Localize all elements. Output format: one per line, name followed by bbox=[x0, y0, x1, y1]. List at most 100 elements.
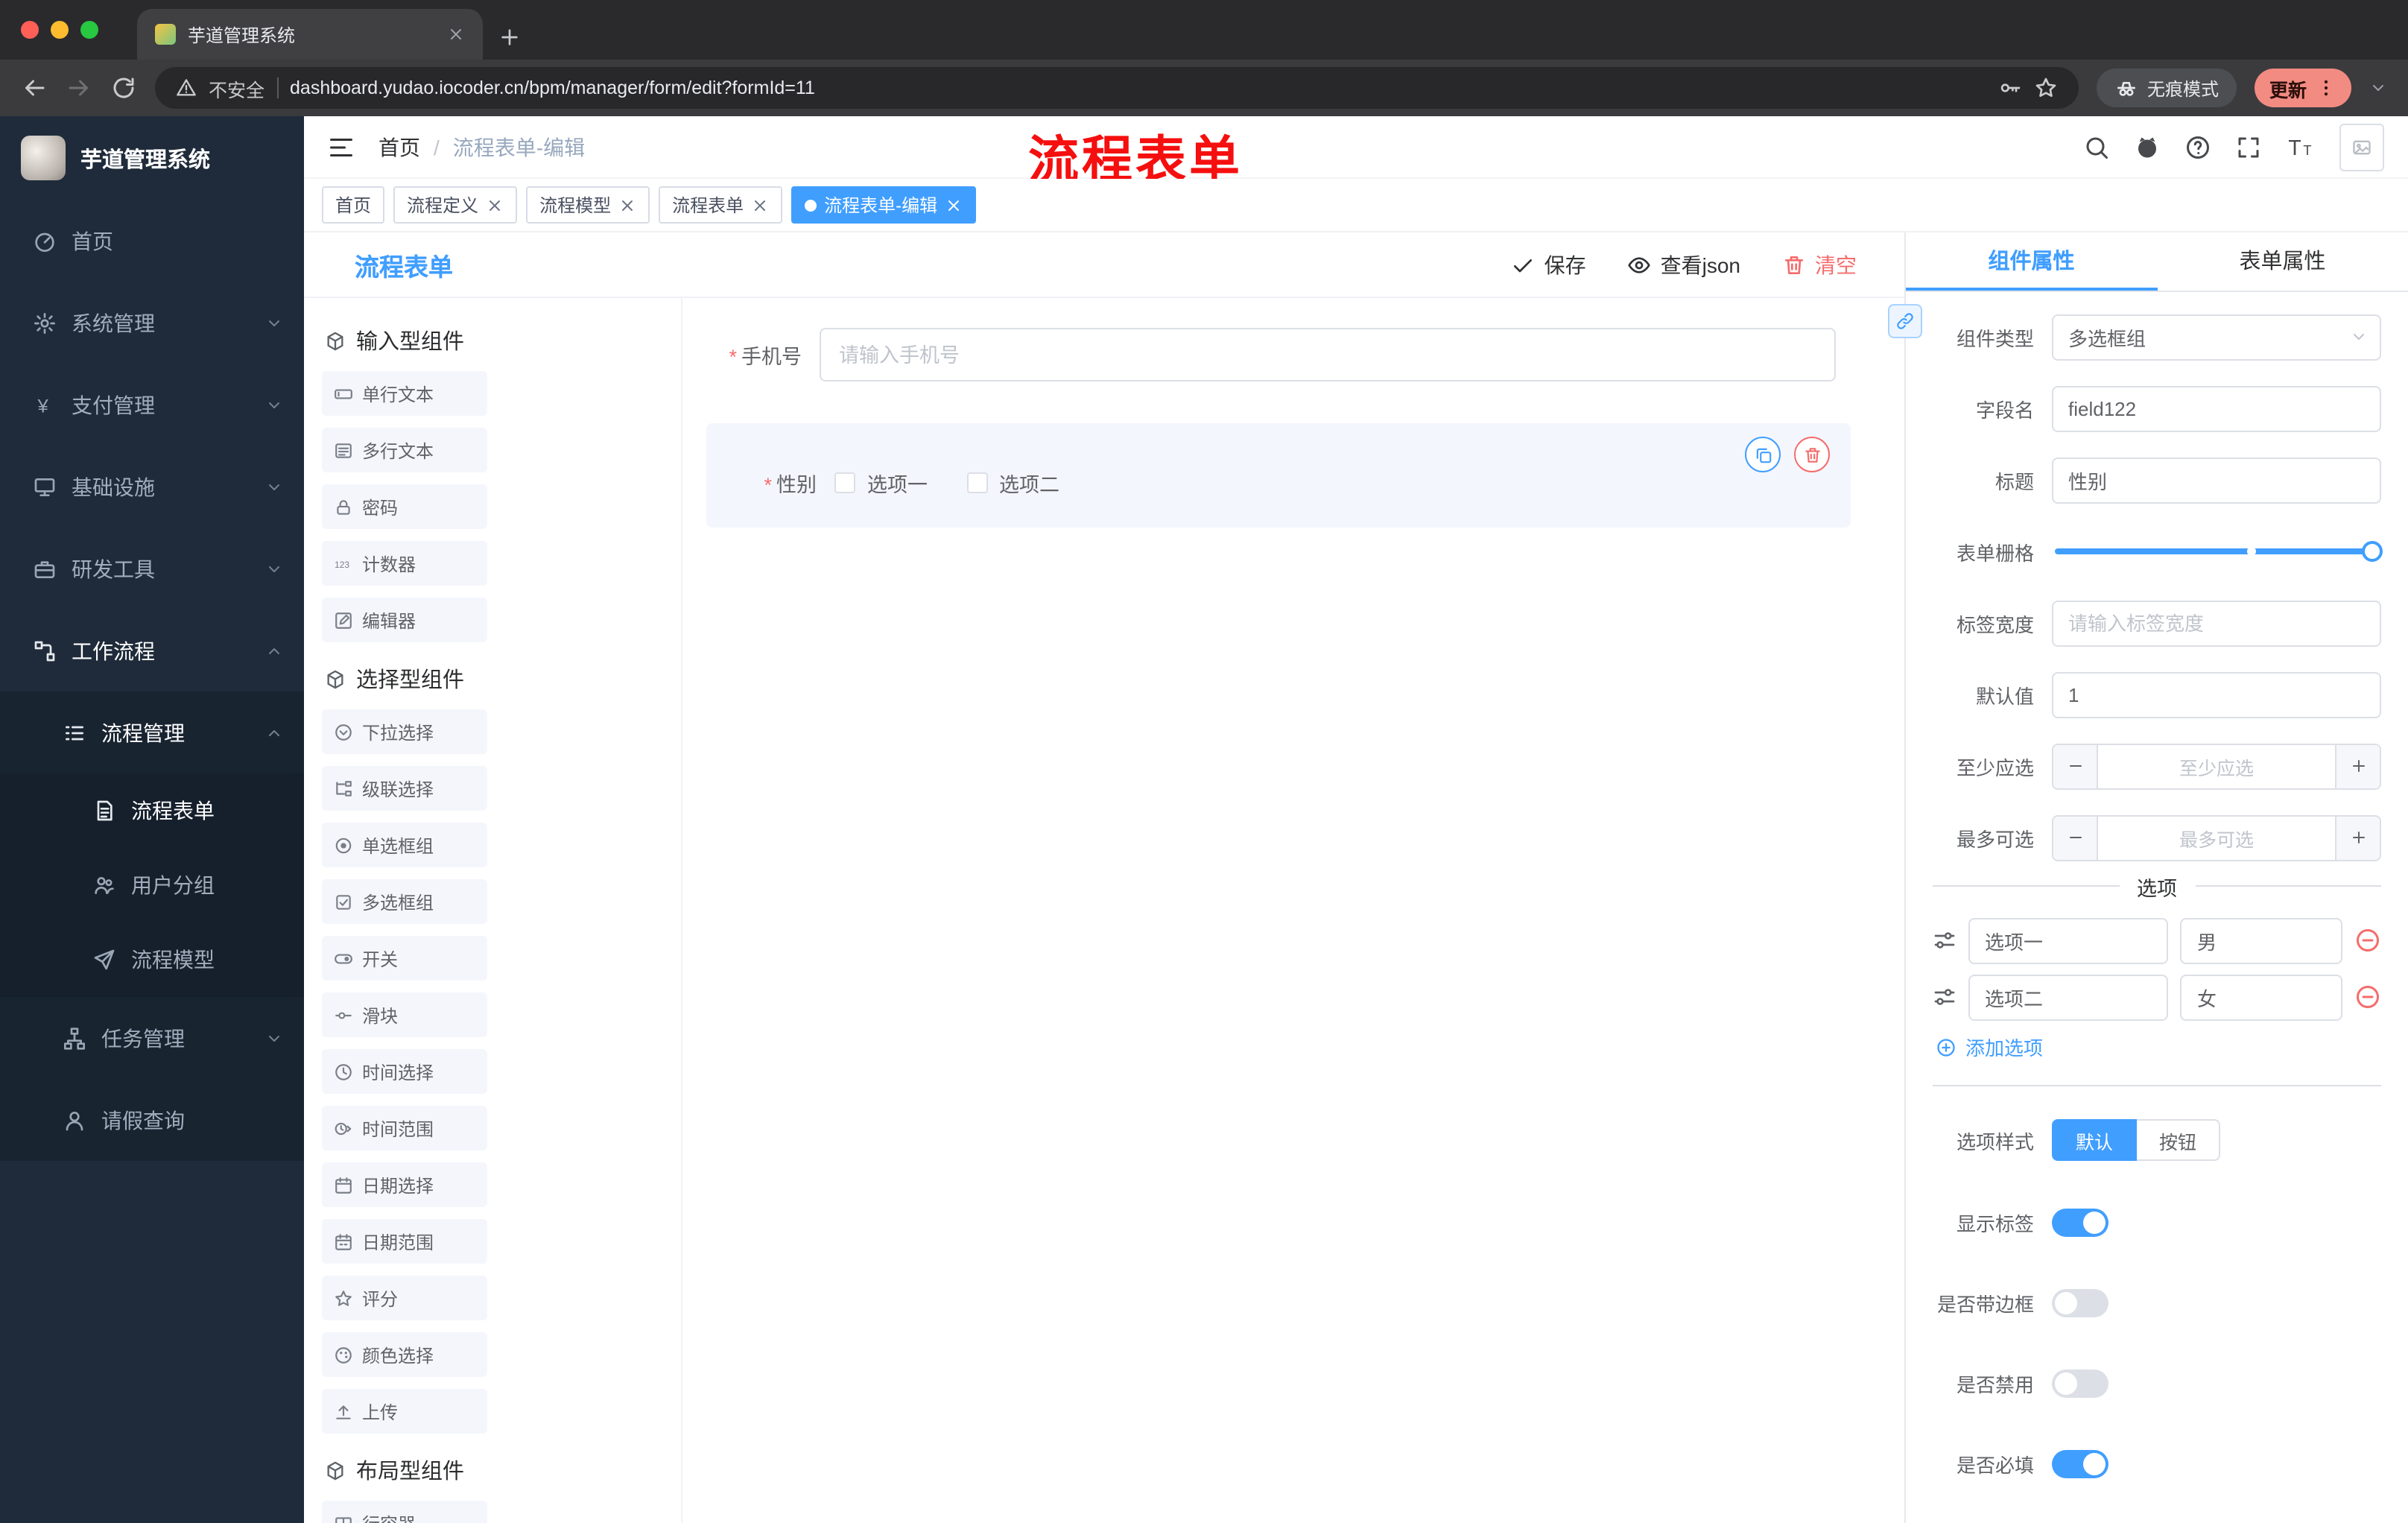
canvas-field-phone[interactable]: 手机号 bbox=[706, 325, 1851, 384]
browser-tab[interactable]: 芋道管理系统 bbox=[137, 9, 483, 60]
palette-item-password[interactable]: 密码 bbox=[322, 484, 487, 529]
palette-item-row-container[interactable]: 行容器 bbox=[322, 1501, 487, 1523]
reload-icon[interactable] bbox=[110, 75, 137, 101]
font-size-icon[interactable] bbox=[2286, 132, 2316, 162]
drag-handle-icon[interactable] bbox=[1933, 985, 1956, 1009]
min-select-stepper[interactable]: 至少应选 bbox=[2052, 743, 2381, 789]
slider-handle[interactable] bbox=[2362, 541, 2383, 562]
increase-button[interactable] bbox=[2335, 816, 2380, 859]
label-width-input[interactable] bbox=[2052, 600, 2381, 646]
tab-close-icon[interactable] bbox=[447, 25, 465, 43]
add-option-button[interactable]: 添加选项 bbox=[1936, 1033, 2381, 1061]
sidebar-toggle-icon[interactable] bbox=[328, 133, 355, 160]
remove-option-icon[interactable] bbox=[2354, 927, 2381, 954]
tag-process-model[interactable]: 流程模型 bbox=[526, 186, 650, 224]
disabled-switch[interactable] bbox=[2052, 1369, 2108, 1397]
breadcrumb-home[interactable]: 首页 bbox=[378, 132, 420, 162]
tag-process-form-edit[interactable]: 流程表单-编辑 bbox=[791, 186, 977, 224]
save-button[interactable]: 保存 bbox=[1512, 250, 1586, 279]
min-select-value[interactable]: 至少应选 bbox=[2098, 744, 2335, 788]
palette-item-multi-line-text[interactable]: 多行文本 bbox=[322, 428, 487, 472]
chevron-down-icon[interactable] bbox=[2369, 79, 2387, 97]
option-label-input[interactable] bbox=[1968, 974, 2169, 1020]
decrease-button[interactable] bbox=[2053, 744, 2098, 788]
drag-handle-icon[interactable] bbox=[1933, 928, 1956, 952]
palette-item-single-line-text[interactable]: 单行文本 bbox=[322, 371, 487, 416]
copy-field-button[interactable] bbox=[1745, 437, 1781, 472]
option-label-input[interactable] bbox=[1968, 917, 2169, 963]
view-json-button[interactable]: 查看json bbox=[1628, 250, 1740, 279]
component-type-select[interactable]: 多选框组 bbox=[2052, 314, 2381, 360]
minimize-window-button[interactable] bbox=[51, 21, 69, 39]
sidebar-item-process-management[interactable]: 流程管理 bbox=[0, 691, 304, 773]
required-switch[interactable] bbox=[2052, 1449, 2108, 1478]
palette-item-counter[interactable]: 计数器 bbox=[322, 541, 487, 586]
palette-item-select[interactable]: 下拉选择 bbox=[322, 709, 487, 754]
palette-item-checkbox-group[interactable]: 多选框组 bbox=[322, 879, 487, 924]
palette-item-editor[interactable]: 编辑器 bbox=[322, 598, 487, 642]
link-icon[interactable] bbox=[1888, 304, 1922, 338]
show-label-switch[interactable] bbox=[2052, 1208, 2108, 1236]
tag-process-form[interactable]: 流程表单 bbox=[659, 186, 783, 224]
palette-item-switch[interactable]: 开关 bbox=[322, 936, 487, 981]
user-avatar[interactable] bbox=[2339, 123, 2384, 171]
palette-item-date-range[interactable]: 日期范围 bbox=[322, 1219, 487, 1264]
clear-button[interactable]: 清空 bbox=[1782, 250, 1857, 279]
sidebar-item-user-groups[interactable]: 用户分组 bbox=[0, 848, 304, 922]
new-tab-icon[interactable] bbox=[498, 25, 522, 49]
title-input[interactable] bbox=[2052, 457, 2381, 503]
tab-form-properties[interactable]: 表单属性 bbox=[2157, 232, 2408, 291]
default-value-input[interactable] bbox=[2052, 671, 2381, 718]
option-value-input[interactable] bbox=[2180, 917, 2342, 963]
palette-item-time-picker[interactable]: 时间选择 bbox=[322, 1049, 487, 1094]
phone-field-input[interactable] bbox=[820, 328, 1836, 381]
field-name-input[interactable] bbox=[2052, 385, 2381, 431]
increase-button[interactable] bbox=[2335, 744, 2380, 788]
palette-item-rate[interactable]: 评分 bbox=[322, 1276, 487, 1320]
decrease-button[interactable] bbox=[2053, 816, 2098, 859]
not-secure-warning-icon[interactable] bbox=[176, 77, 197, 98]
canvas-field-gender-selected[interactable]: 性别 选项一 选项二 bbox=[706, 423, 1851, 528]
sidebar-item-process-model[interactable]: 流程模型 bbox=[0, 922, 304, 997]
tab-component-properties[interactable]: 组件属性 bbox=[1906, 232, 2157, 291]
max-select-stepper[interactable]: 最多可选 bbox=[2052, 814, 2381, 861]
forward-icon[interactable] bbox=[66, 75, 92, 101]
sidebar-item-system[interactable]: 系统管理 bbox=[0, 282, 304, 364]
search-icon[interactable] bbox=[2083, 133, 2110, 160]
sidebar-item-devtools[interactable]: 研发工具 bbox=[0, 528, 304, 609]
bordered-switch[interactable] bbox=[2052, 1288, 2108, 1317]
form-canvas[interactable]: 手机号 性别 bbox=[682, 298, 1904, 1523]
palette-item-date-picker[interactable]: 日期选择 bbox=[322, 1162, 487, 1207]
palette-item-cascader[interactable]: 级联选择 bbox=[322, 766, 487, 811]
tag-process-definition[interactable]: 流程定义 bbox=[393, 186, 518, 224]
gender-option-1-checkbox[interactable]: 选项一 bbox=[834, 468, 928, 498]
palette-item-color-picker[interactable]: 颜色选择 bbox=[322, 1332, 487, 1377]
kebab-menu-icon[interactable] bbox=[2316, 77, 2336, 98]
github-icon[interactable] bbox=[2134, 133, 2161, 160]
password-key-icon[interactable] bbox=[1998, 76, 2022, 100]
style-default-button[interactable]: 默认 bbox=[2052, 1119, 2138, 1161]
form-grid-slider[interactable] bbox=[2055, 541, 2383, 562]
sidebar-item-payment[interactable]: 支付管理 bbox=[0, 364, 304, 446]
window-controls[interactable] bbox=[15, 0, 98, 60]
sidebar-item-workflow[interactable]: 工作流程 bbox=[0, 609, 304, 691]
max-select-value[interactable]: 最多可选 bbox=[2098, 816, 2335, 859]
back-icon[interactable] bbox=[21, 75, 48, 101]
palette-item-time-range[interactable]: 时间范围 bbox=[322, 1106, 487, 1150]
fullscreen-icon[interactable] bbox=[2235, 133, 2262, 160]
palette-item-slider[interactable]: 滑块 bbox=[322, 992, 487, 1037]
close-icon[interactable] bbox=[486, 196, 504, 214]
close-icon[interactable] bbox=[751, 196, 769, 214]
close-icon[interactable] bbox=[945, 196, 963, 214]
sidebar-item-process-form[interactable]: 流程表单 bbox=[0, 773, 304, 848]
delete-field-button[interactable] bbox=[1794, 437, 1830, 472]
gender-option-2-checkbox[interactable]: 选项二 bbox=[966, 468, 1059, 498]
palette-item-radio-group[interactable]: 单选框组 bbox=[322, 823, 487, 867]
address-bar[interactable]: 不安全 dashboard.yudao.iocoder.cn/bpm/manag… bbox=[155, 67, 2079, 109]
zoom-window-button[interactable] bbox=[80, 21, 98, 39]
sidebar-item-leave-query[interactable]: 请假查询 bbox=[0, 1079, 304, 1161]
tag-home[interactable]: 首页 bbox=[322, 186, 385, 224]
option-value-input[interactable] bbox=[2180, 974, 2342, 1020]
help-icon[interactable] bbox=[2184, 133, 2211, 160]
browser-update-button[interactable]: 更新 bbox=[2254, 69, 2351, 107]
